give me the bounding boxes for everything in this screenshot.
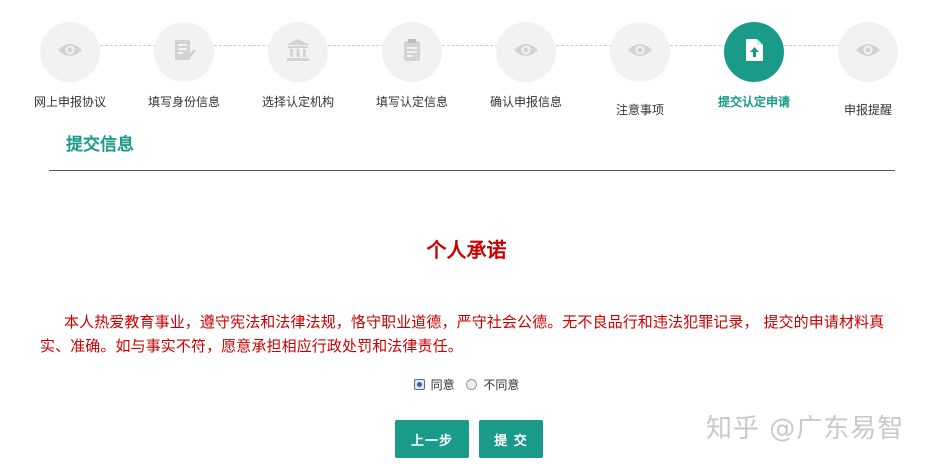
step-circle bbox=[610, 22, 670, 82]
divider bbox=[49, 170, 895, 171]
eye-icon bbox=[57, 42, 83, 62]
eye-icon bbox=[855, 42, 881, 62]
step-circle bbox=[382, 22, 442, 82]
step-label: 选择认定机构 bbox=[262, 95, 335, 109]
edit-document-icon bbox=[172, 38, 196, 66]
step-circle-active bbox=[724, 22, 784, 82]
step-label: 提交认定申请 bbox=[718, 95, 791, 109]
commitment-text: 本人热爱教育事业，遵守宪法和法律法规，恪守职业道德，严守社会公德。无不良品行和违… bbox=[40, 313, 885, 355]
step-circle bbox=[268, 22, 328, 82]
section-title: 提交信息 bbox=[66, 135, 134, 155]
submit-button[interactable]: 提 交 bbox=[479, 420, 543, 458]
disagree-radio[interactable]: 不同意 bbox=[466, 376, 519, 393]
step-institution: 选择认定机构 bbox=[248, 22, 348, 111]
radio-unchecked-icon[interactable] bbox=[466, 379, 478, 390]
step-agreement: 网上申报协议 bbox=[20, 22, 120, 111]
step-circle bbox=[40, 22, 100, 82]
step-submit: 提交认定申请 bbox=[704, 22, 804, 111]
step-circle bbox=[154, 22, 214, 82]
upload-file-icon bbox=[744, 38, 764, 66]
institution-icon bbox=[285, 38, 311, 66]
commitment-heading: 个人承诺 bbox=[426, 238, 507, 262]
agree-label: 同意 bbox=[430, 378, 455, 392]
disagree-label: 不同意 bbox=[483, 378, 520, 392]
prev-step-button[interactable]: 上一步 bbox=[395, 420, 469, 458]
step-fill-info: 填写认定信息 bbox=[362, 22, 462, 111]
step-notes: 注意事项 bbox=[590, 22, 690, 119]
step-label: 网上申报协议 bbox=[34, 95, 107, 109]
step-confirm: 确认申报信息 bbox=[476, 22, 576, 111]
step-circle bbox=[496, 22, 556, 82]
agreement-radio-group: 同意 不同意 bbox=[0, 376, 933, 393]
step-label: 填写认定信息 bbox=[376, 95, 449, 109]
eye-icon bbox=[627, 42, 653, 62]
radio-checked-icon[interactable] bbox=[413, 379, 425, 390]
eye-icon bbox=[513, 42, 539, 62]
step-label: 填写身份信息 bbox=[148, 95, 221, 109]
step-identity: 填写身份信息 bbox=[134, 22, 234, 111]
step-label: 确认申报信息 bbox=[490, 95, 563, 109]
agree-radio[interactable]: 同意 bbox=[413, 376, 455, 393]
watermark: 知乎 @广东易智 bbox=[706, 414, 905, 444]
step-reminder: 申报提醒 bbox=[818, 22, 918, 119]
step-label: 申报提醒 bbox=[843, 103, 892, 117]
progress-steps: 网上申报协议 填写身份信息 选择认定机构 填写认定信息 确认申报信息 注意事项 … bbox=[0, 0, 933, 130]
clipboard-icon bbox=[402, 38, 422, 66]
step-label: 注意事项 bbox=[615, 103, 664, 117]
step-circle bbox=[838, 22, 898, 82]
